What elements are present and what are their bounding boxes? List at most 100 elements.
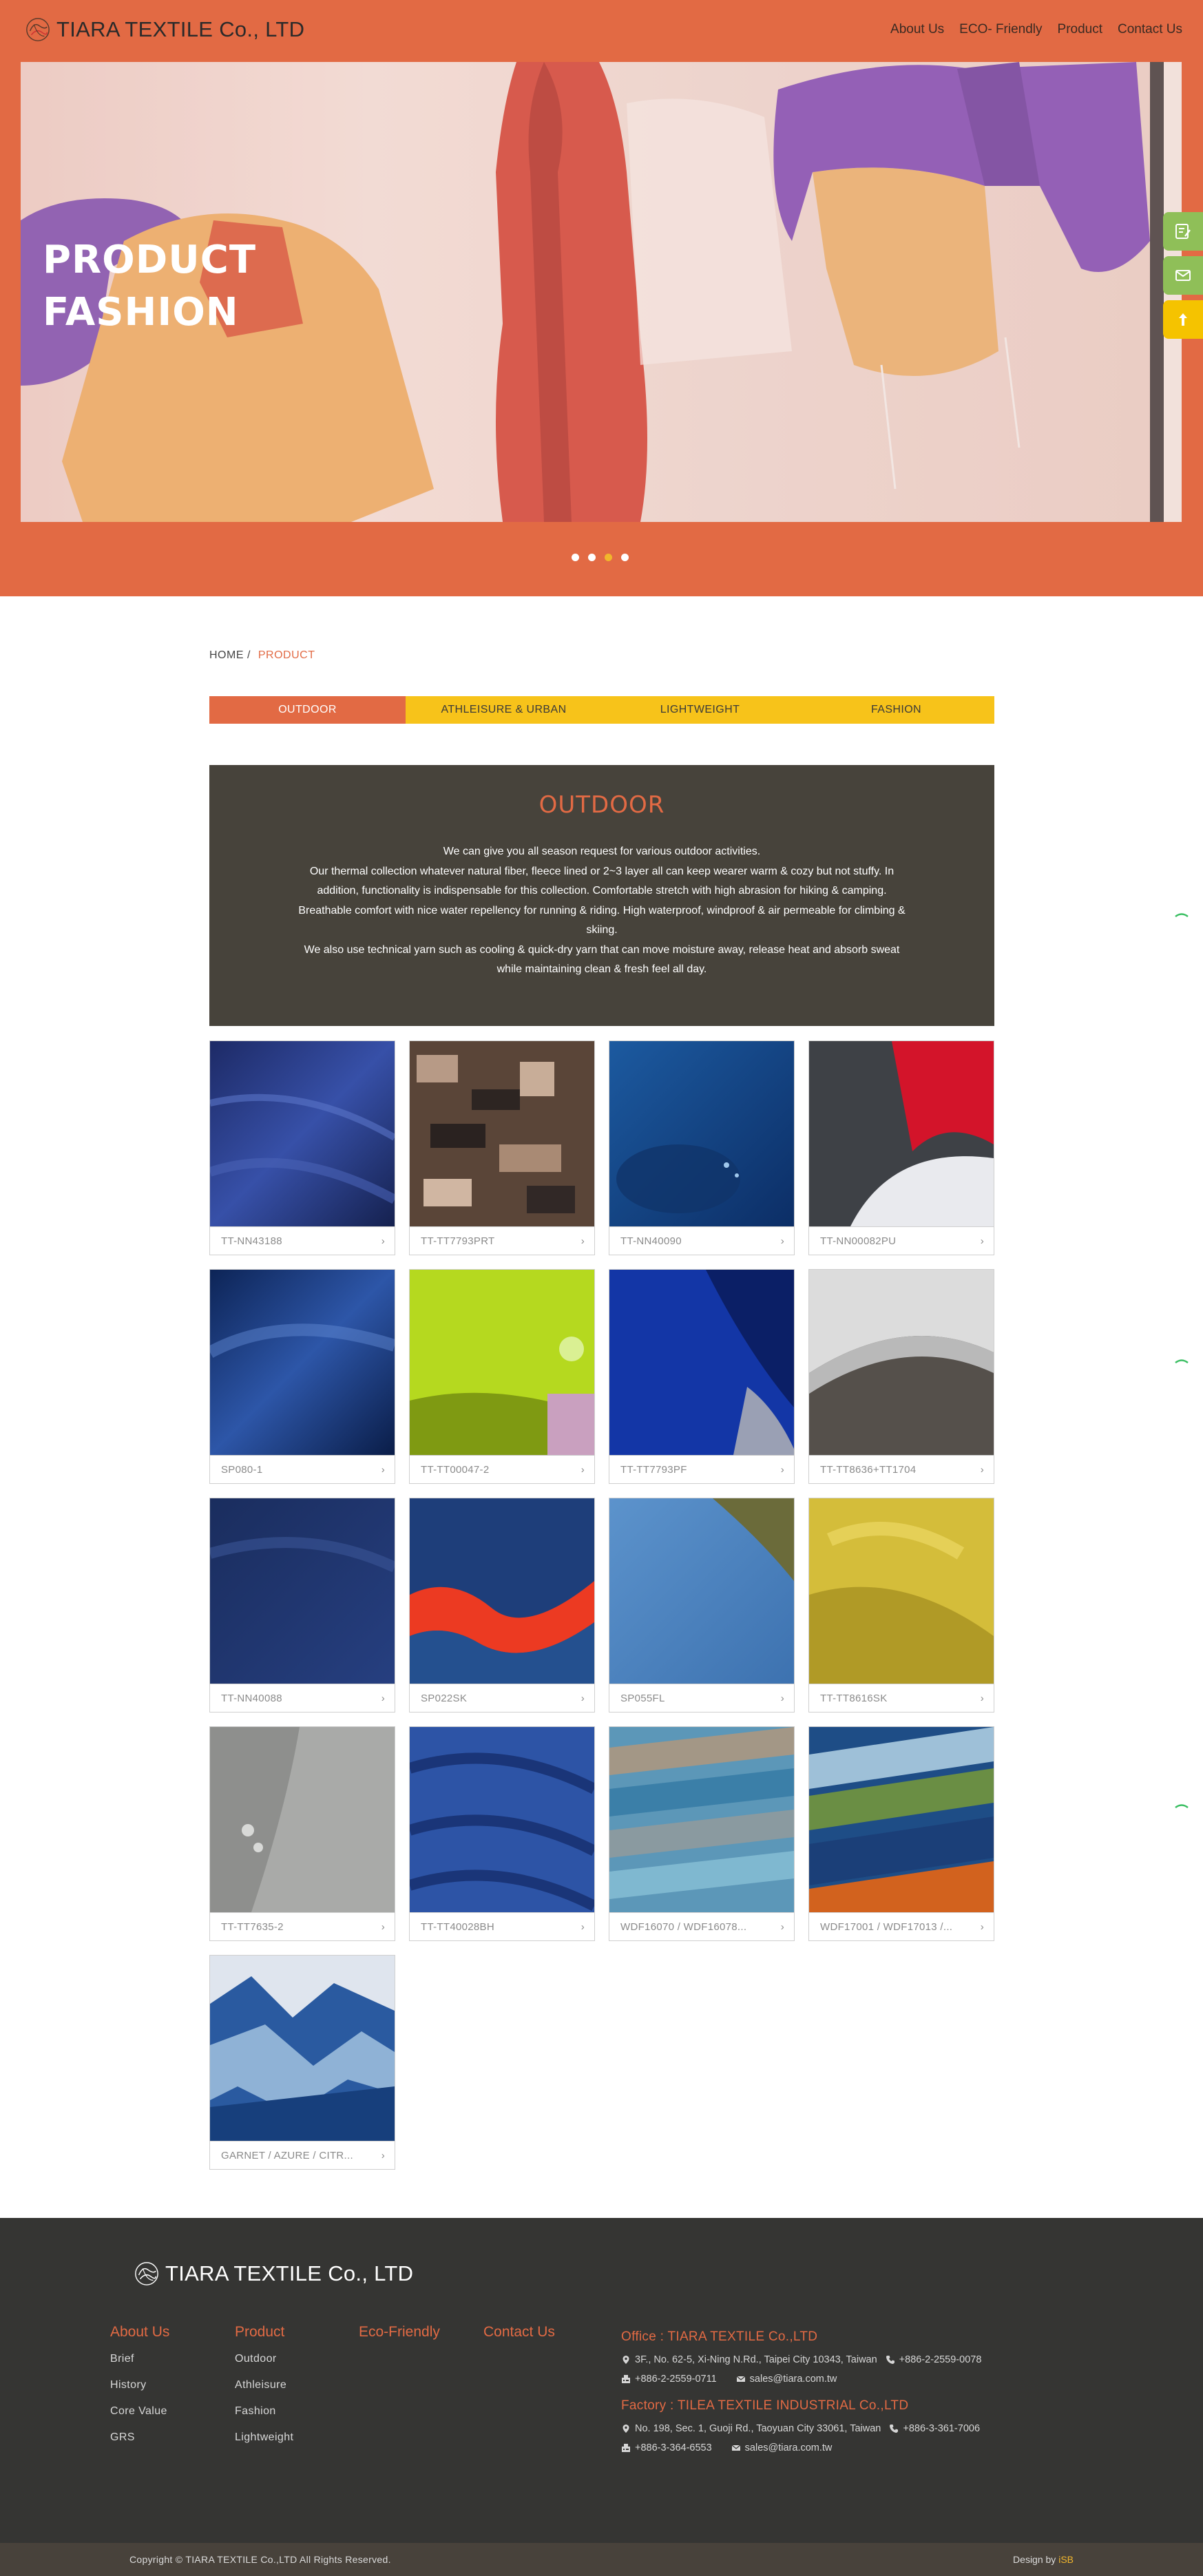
- chevron-right-icon: ›: [381, 1692, 385, 1704]
- footer-col-about: About Us Brief History Core Value GRS: [110, 2324, 169, 2458]
- product-code: TT-TT8636+TT1704: [820, 1463, 917, 1476]
- product-image: [809, 1727, 994, 1912]
- design-credit: Design by iSB: [1013, 2554, 1074, 2565]
- footer-link-history[interactable]: History: [110, 2379, 169, 2391]
- chevron-right-icon: ›: [580, 1920, 585, 1933]
- chevron-right-icon: ›: [580, 1235, 585, 1247]
- product-card[interactable]: SP080-1 ›: [209, 1269, 395, 1484]
- product-code: TT-NN43188: [221, 1235, 282, 1247]
- factory-fax-text: +886-3-364-6553: [635, 2442, 712, 2453]
- nav-product[interactable]: Product: [1058, 22, 1102, 37]
- slider-dot-1[interactable]: [572, 554, 579, 561]
- category-description-line-1: We can give you all season request for v…: [443, 846, 761, 857]
- factory-email[interactable]: sales@tiara.com.tw: [731, 2442, 832, 2453]
- product-card[interactable]: TT-TT00047-2 ›: [409, 1269, 595, 1484]
- footer-col-contact-title[interactable]: Contact Us: [483, 2324, 555, 2341]
- product-card[interactable]: GARNET / AZURE / CITR... ›: [209, 1955, 395, 2170]
- footer-brand-logo[interactable]: TIARA TEXTILE Co., LTD: [134, 2261, 413, 2287]
- product-card[interactable]: SP055FL ›: [609, 1498, 795, 1713]
- nav-eco-friendly[interactable]: ECO- Friendly: [959, 22, 1042, 37]
- product-caption: TT-NN40090 ›: [609, 1226, 794, 1255]
- product-card[interactable]: TT-NN00082PU ›: [808, 1040, 994, 1255]
- chevron-right-icon: ›: [980, 1235, 984, 1247]
- factory-fax: +886-3-364-6553: [621, 2442, 712, 2453]
- chevron-right-icon: ›: [780, 1692, 784, 1704]
- product-card[interactable]: WDF16070 / WDF16078... ›: [609, 1726, 795, 1941]
- tab-lightweight[interactable]: LIGHTWEIGHT: [602, 696, 798, 724]
- footer-col-eco-title[interactable]: Eco-Friendly: [359, 2324, 440, 2341]
- chevron-right-icon: ›: [980, 1692, 984, 1704]
- office-address-text: 3F., No. 62-5, Xi-Ning N.Rd., Taipei Cit…: [635, 2354, 877, 2365]
- factory-phone-text: +886-3-361-7006: [903, 2423, 981, 2434]
- hero-banner[interactable]: PRODUCT FASHION: [21, 62, 1182, 522]
- brand-logo[interactable]: TIARA TEXTILE Co., LTD: [25, 17, 304, 43]
- site-footer: TIARA TEXTILE Co., LTD About Us Brief Hi…: [0, 2218, 1203, 2543]
- product-card[interactable]: TT-TT7635-2 ›: [209, 1726, 395, 1941]
- footer-link-core-value[interactable]: Core Value: [110, 2405, 169, 2418]
- product-code: TT-NN40088: [221, 1692, 282, 1704]
- inquiry-button[interactable]: [1163, 212, 1203, 251]
- footer-col-product-title[interactable]: Product: [235, 2324, 293, 2341]
- product-image: [809, 1498, 994, 1684]
- product-caption: TT-NN43188 ›: [210, 1226, 395, 1255]
- product-card[interactable]: TT-TT8616SK ›: [808, 1498, 994, 1713]
- product-card[interactable]: TT-NN40090 ›: [609, 1040, 795, 1255]
- brand-name: TIARA TEXTILE Co., LTD: [56, 17, 305, 41]
- footer-link-athleisure[interactable]: Athleisure: [235, 2379, 293, 2391]
- category-description: We can give you all season request for v…: [292, 842, 912, 980]
- product-image: [609, 1270, 794, 1455]
- factory-phone[interactable]: +886-3-361-7006: [889, 2423, 980, 2434]
- slider-dot-4[interactable]: [621, 554, 629, 561]
- product-card[interactable]: SP022SK ›: [409, 1498, 595, 1713]
- hero-heading-line-1: PRODUCT: [43, 238, 257, 282]
- product-caption: TT-TT8636+TT1704 ›: [809, 1455, 994, 1483]
- logo-mark-icon: [135, 2262, 158, 2285]
- product-card[interactable]: TT-TT7793PF ›: [609, 1269, 795, 1484]
- breadcrumb: HOME / PRODUCT: [209, 649, 315, 662]
- category-title: OUTDOOR: [538, 791, 665, 819]
- footer-link-lightweight[interactable]: Lightweight: [235, 2431, 293, 2444]
- product-card[interactable]: TT-TT7793PRT ›: [409, 1040, 595, 1255]
- nav-about-us[interactable]: About Us: [890, 22, 944, 37]
- product-image: [609, 1498, 794, 1684]
- mail-icon: [736, 2376, 746, 2382]
- office-line-1: 3F., No. 62-5, Xi-Ning N.Rd., Taipei Cit…: [621, 2354, 1076, 2365]
- office-email[interactable]: sales@tiara.com.tw: [736, 2374, 837, 2385]
- footer-link-fashion[interactable]: Fashion: [235, 2405, 293, 2418]
- designer-link[interactable]: iSB: [1058, 2554, 1074, 2565]
- tab-fashion[interactable]: FASHION: [798, 696, 994, 724]
- chevron-right-icon: ›: [381, 1463, 385, 1476]
- nav-contact-us[interactable]: Contact Us: [1118, 22, 1182, 37]
- chevron-right-icon: ›: [381, 1235, 385, 1247]
- mail-icon: [1175, 270, 1191, 281]
- chevron-right-icon: ›: [780, 1463, 784, 1476]
- edge-marker-icon: [1175, 1804, 1189, 1808]
- office-phone[interactable]: +886-2-2559-0078: [886, 2354, 982, 2365]
- footer-col-about-title[interactable]: About Us: [110, 2324, 169, 2341]
- back-to-top-button[interactable]: [1163, 300, 1203, 339]
- footer-col-contact: Contact Us: [483, 2324, 555, 2353]
- product-code: TT-TT7635-2: [221, 1920, 284, 1933]
- tab-athleisure-urban[interactable]: ATHLEISURE & URBAN: [406, 696, 602, 724]
- footer-col-eco: Eco-Friendly: [359, 2324, 440, 2353]
- product-card[interactable]: TT-NN40088 ›: [209, 1498, 395, 1713]
- footer-link-brief[interactable]: Brief: [110, 2353, 169, 2365]
- product-card[interactable]: TT-TT8636+TT1704 ›: [808, 1269, 994, 1484]
- tab-outdoor[interactable]: OUTDOOR: [209, 696, 406, 724]
- footer-link-grs[interactable]: GRS: [110, 2431, 169, 2444]
- slider-dot-3[interactable]: [605, 554, 612, 561]
- product-card[interactable]: TT-TT40028BH ›: [409, 1726, 595, 1941]
- product-caption: TT-TT7793PF ›: [609, 1455, 794, 1483]
- footer-col-product: Product Outdoor Athleisure Fashion Light…: [235, 2324, 293, 2458]
- product-card[interactable]: TT-NN43188 ›: [209, 1040, 395, 1255]
- breadcrumb-home[interactable]: HOME: [209, 649, 244, 661]
- slider-dot-2[interactable]: [588, 554, 596, 561]
- product-code: TT-TT7793PF: [620, 1463, 687, 1476]
- office-title: Office : TIARA TEXTILE Co.,LTD: [621, 2329, 818, 2344]
- product-card[interactable]: WDF17001 / WDF17013 /... ›: [808, 1726, 994, 1941]
- footer-link-outdoor[interactable]: Outdoor: [235, 2353, 293, 2365]
- email-button[interactable]: [1163, 256, 1203, 295]
- office-phone-text: +886-2-2559-0078: [899, 2354, 982, 2365]
- product-image: [410, 1498, 594, 1684]
- category-intro: OUTDOOR We can give you all season reque…: [209, 765, 994, 1026]
